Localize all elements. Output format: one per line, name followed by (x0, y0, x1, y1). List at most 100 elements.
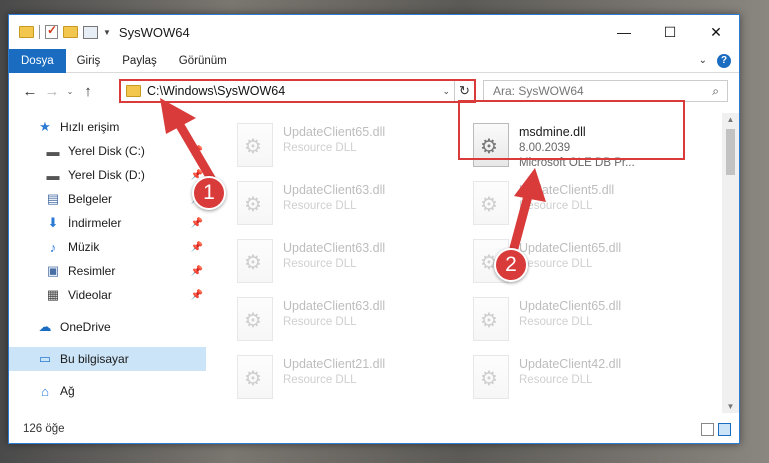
dll-file-icon (473, 297, 509, 341)
view-buttons (701, 423, 731, 436)
tiles-view-icon[interactable] (718, 423, 731, 436)
search-input[interactable]: Ara: SysWOW64 ⌕ (483, 80, 728, 102)
list-item[interactable]: UpdateClient63.dll Resource DLL (237, 235, 467, 291)
forward-button[interactable]: → (41, 83, 63, 100)
sidebar-item-network[interactable]: ⌂ Ağ (9, 379, 206, 403)
sidebar-item-disk-d[interactable]: ▬ Yerel Disk (D:) 📌 (9, 163, 206, 187)
close-button[interactable]: ✕ (693, 15, 739, 49)
qat-dropdown-icon[interactable]: ▼ (103, 28, 111, 37)
sidebar-item-documents[interactable]: ▤ Belgeler 📌 (9, 187, 206, 211)
status-bar: 126 öğe (9, 415, 739, 443)
sidebar-item-label: İndirmeler (68, 216, 122, 230)
sidebar-item-label: Videolar (68, 288, 112, 302)
file-name: UpdateClient65.dll (283, 125, 386, 139)
file-description: Resource DLL (283, 258, 357, 270)
list-item[interactable]: UpdateClient5.dll Resource DLL (473, 177, 703, 233)
vertical-scrollbar[interactable]: ▲ ▼ (722, 113, 739, 413)
star-icon: ★ (39, 119, 51, 134)
file-name: UpdateClient63.dll (283, 183, 386, 197)
address-path[interactable]: C:\Windows\SysWOW64 (147, 84, 285, 98)
file-description: Resource DLL (519, 374, 593, 386)
sidebar-item-music[interactable]: ♪ Müzik 📌 (9, 235, 206, 259)
scrollbar-thumb[interactable] (726, 129, 735, 175)
maximize-button[interactable]: ☐ (647, 15, 693, 49)
sidebar-item-this-pc[interactable]: ▭ Bu bilgisayar (9, 347, 206, 371)
new-folder-icon[interactable] (63, 26, 78, 38)
customize-icon[interactable] (83, 25, 98, 39)
file-name: UpdateClient65.dll (519, 241, 622, 255)
minimize-button[interactable]: — (601, 15, 647, 49)
scroll-up-icon[interactable]: ▲ (722, 115, 739, 124)
list-item[interactable]: UpdateClient63.dll Resource DLL (237, 177, 467, 233)
sidebar-item-downloads[interactable]: ⬇ İndirmeler 📌 (9, 211, 206, 235)
sidebar-item-label: Ağ (60, 384, 75, 398)
file-name: UpdateClient65.dll (519, 299, 622, 313)
expand-ribbon-icon[interactable]: ⌄ (699, 55, 707, 66)
step-badge-1: 1 (192, 176, 226, 210)
dll-file-icon (237, 355, 273, 399)
sidebar-item-disk-c[interactable]: ▬ Yerel Disk (C:) 📌 (9, 139, 206, 163)
dll-file-icon (473, 181, 509, 225)
sidebar-item-quick-access[interactable]: ★ Hızlı erişim (9, 115, 206, 139)
search-icon: ⌕ (712, 84, 719, 98)
up-button[interactable]: ↑ (77, 83, 99, 100)
tab-view[interactable]: Görünüm (168, 49, 238, 73)
pictures-icon: ▣ (46, 263, 60, 278)
pin-icon[interactable]: 📌 (191, 218, 203, 229)
pin-icon[interactable]: 📌 (191, 146, 203, 157)
dll-file-icon (473, 355, 509, 399)
sidebar-item-pictures[interactable]: ▣ Resimler 📌 (9, 259, 206, 283)
folder-icon (19, 26, 34, 38)
sidebar-item-onedrive[interactable]: ☁ OneDrive (9, 315, 206, 339)
navigation-pane: ★ Hızlı erişim ▬ Yerel Disk (C:) 📌 ▬ Yer… (9, 115, 206, 415)
ribbon-right: ⌄ ? (699, 53, 739, 68)
address-dropdown-icon[interactable]: ⌄ (442, 86, 450, 97)
quick-access-toolbar: ▼ (9, 23, 111, 39)
scroll-down-icon[interactable]: ▼ (722, 402, 739, 411)
back-button[interactable]: ← (19, 83, 41, 100)
music-icon: ♪ (49, 239, 57, 255)
pin-icon[interactable]: 📌 (191, 266, 203, 277)
tab-share[interactable]: Paylaş (111, 49, 168, 73)
sidebar-item-label: Yerel Disk (D:) (68, 168, 145, 182)
details-view-icon[interactable] (701, 423, 714, 436)
computer-icon: ▭ (38, 351, 52, 366)
recent-locations-icon[interactable]: ⌄ (63, 87, 77, 96)
list-item[interactable]: UpdateClient65.dll Resource DLL (237, 119, 467, 175)
sidebar-item-videos[interactable]: ▦ Videolar 📌 (9, 283, 206, 307)
drive-icon: ▬ (46, 167, 60, 183)
list-item[interactable]: UpdateClient65.dll Resource DLL (473, 293, 703, 349)
list-item[interactable]: UpdateClient21.dll Resource DLL (237, 351, 467, 407)
address-bar[interactable]: C:\Windows\SysWOW64 ⌄ ↻ (119, 79, 476, 103)
item-count: 126 öğe (23, 423, 65, 435)
drive-icon: ▬ (46, 143, 60, 159)
file-description: Resource DLL (283, 316, 357, 328)
tab-file[interactable]: Dosya (9, 48, 66, 73)
file-description: Resource DLL (519, 200, 593, 212)
list-item[interactable]: UpdateClient63.dll Resource DLL (237, 293, 467, 349)
download-icon: ⬇ (47, 215, 59, 230)
sidebar-item-label: Resimler (68, 264, 116, 278)
sidebar-item-label: Belgeler (68, 192, 113, 206)
step-badge-2: 2 (494, 248, 528, 282)
search-placeholder: Ara: SysWOW64 (493, 84, 584, 98)
sidebar-item-label: Yerel Disk (C:) (68, 144, 145, 158)
dll-file-icon (237, 181, 273, 225)
list-item[interactable]: UpdateClient42.dll Resource DLL (473, 351, 703, 407)
pin-icon[interactable]: 📌 (191, 242, 203, 253)
help-icon[interactable]: ? (717, 53, 731, 68)
highlight-box (458, 100, 685, 160)
tab-home[interactable]: Giriş (66, 49, 112, 73)
file-name: UpdateClient42.dll (519, 357, 622, 371)
refresh-button[interactable]: ↻ (454, 81, 474, 101)
sidebar-item-label: Bu bilgisayar (60, 352, 129, 366)
file-name: UpdateClient21.dll (283, 357, 386, 371)
cloud-icon: ☁ (38, 319, 52, 334)
pin-icon[interactable]: 📌 (191, 290, 203, 301)
properties-check-icon[interactable] (45, 23, 58, 39)
sidebar-item-label: OneDrive (60, 320, 111, 334)
file-name: UpdateClient5.dll (519, 183, 615, 197)
